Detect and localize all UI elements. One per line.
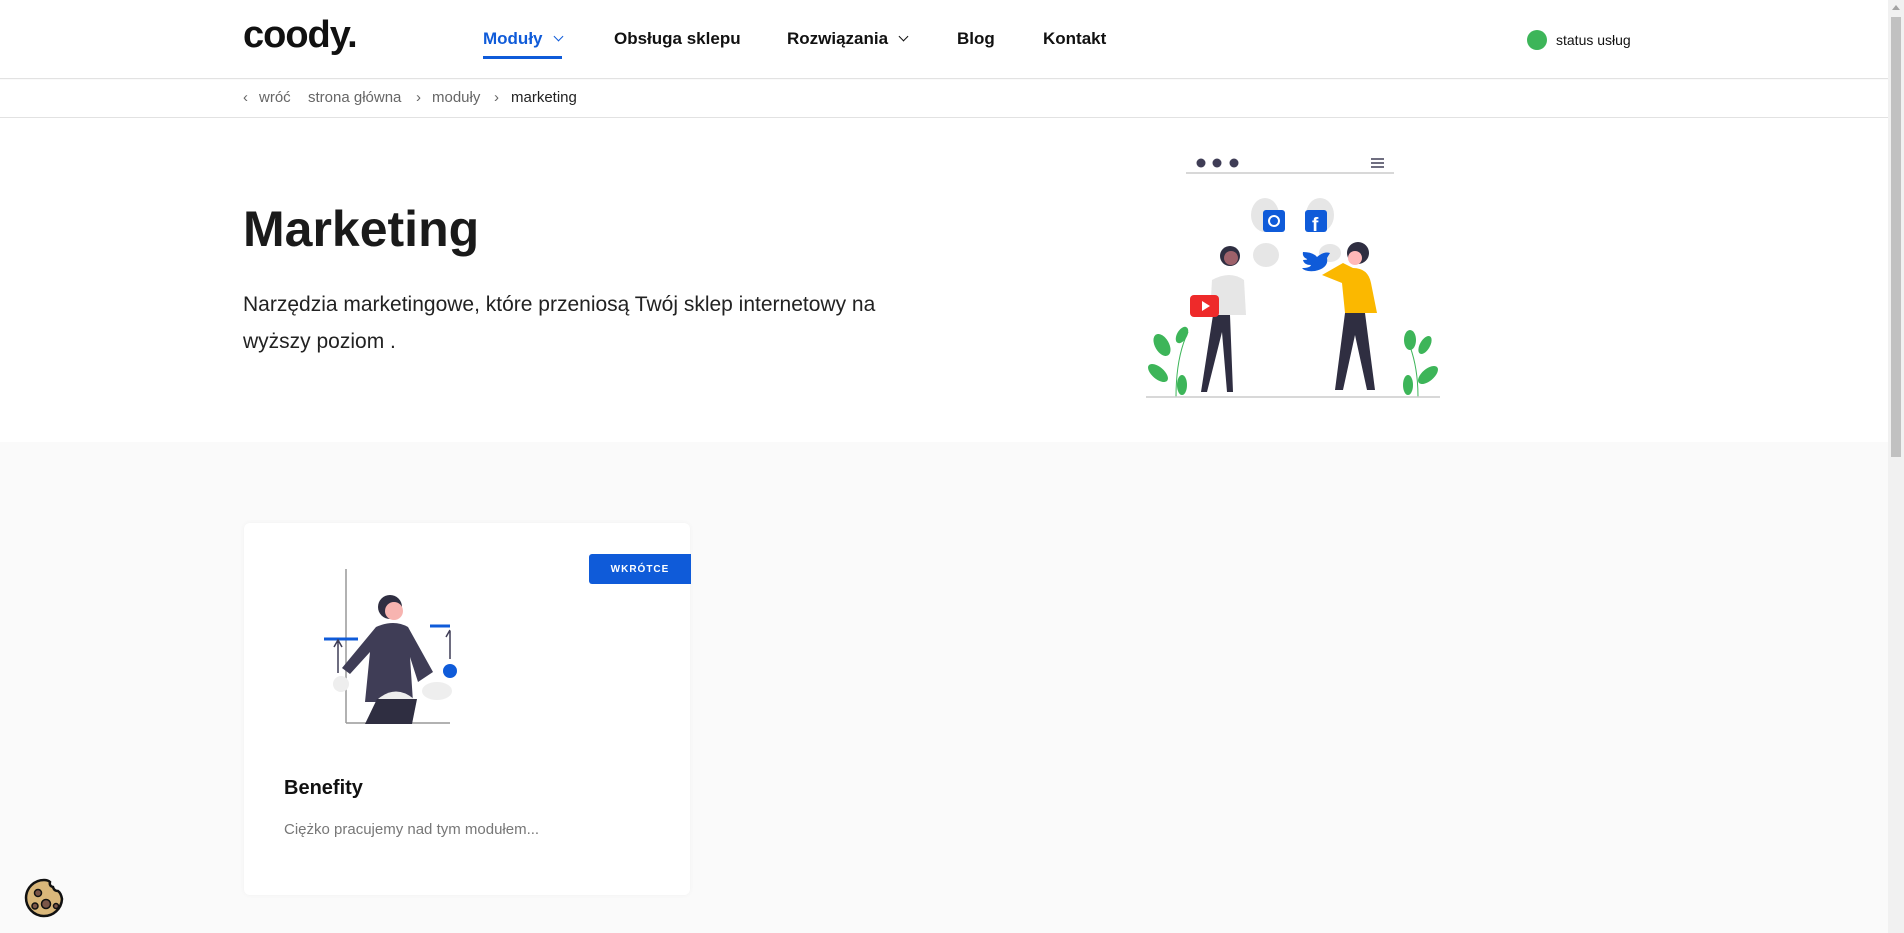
module-description: Ciężko pracujemy nad tym modułem... xyxy=(284,821,540,838)
scroll-up-icon[interactable] xyxy=(1892,5,1900,10)
hero-section: Marketing Narzędzia marketingowe, które … xyxy=(0,118,1888,442)
facebook-icon: f xyxy=(1305,210,1327,236)
back-link[interactable]: wróć xyxy=(259,89,291,106)
nav-moduly[interactable]: Moduły xyxy=(483,29,563,59)
logo[interactable]: coody. xyxy=(243,14,358,57)
instagram-icon xyxy=(1263,210,1285,232)
breadcrumb-home[interactable]: strona główna xyxy=(308,89,401,106)
nav-rozwiazania[interactable]: Rozwiązania xyxy=(787,29,909,49)
status-label: status usług xyxy=(1556,32,1631,48)
module-card-benefity[interactable]: WKRÓTCE Benefity Ciężko pracujemy nad ty… xyxy=(244,523,691,895)
status-dot-icon xyxy=(1527,30,1547,50)
chevron-left-icon: ‹ xyxy=(243,89,248,106)
svg-text:f: f xyxy=(1312,215,1319,236)
nav-obsluga-sklepu[interactable]: Obsługa sklepu xyxy=(614,29,741,49)
twitter-icon xyxy=(1302,252,1330,272)
chevron-right-icon: › xyxy=(494,89,499,106)
page-description: Narzędzia marketingowe, które przeniosą … xyxy=(243,293,876,353)
nav-kontakt[interactable]: Kontakt xyxy=(1043,29,1106,49)
breadcrumb-current: marketing xyxy=(511,89,577,106)
breadcrumb-modules[interactable]: moduły xyxy=(432,89,480,106)
breadcrumb: ‹ wróć strona główna › moduły › marketin… xyxy=(0,80,1888,118)
page-title: Marketing xyxy=(243,201,480,257)
site-header: coody. Moduły Obsługa sklepu Rozwiązania… xyxy=(0,0,1888,79)
chevron-down-icon xyxy=(553,31,563,42)
chevron-right-icon: › xyxy=(416,89,421,106)
status-link[interactable]: status usług xyxy=(1527,30,1631,50)
nav-label: Rozwiązania xyxy=(787,29,889,48)
cookie-icon[interactable] xyxy=(22,876,66,920)
marketing-illustration: f xyxy=(1146,158,1440,398)
status-badge: WKRÓTCE xyxy=(589,554,691,584)
nav-label: Moduły xyxy=(483,29,543,48)
chevron-down-icon xyxy=(898,31,909,42)
benefits-illustration xyxy=(324,569,457,724)
scrollbar[interactable] xyxy=(1888,0,1904,933)
nav-blog[interactable]: Blog xyxy=(957,29,995,49)
youtube-icon xyxy=(1190,295,1219,317)
module-title: Benefity xyxy=(284,777,363,799)
scrollbar-thumb[interactable] xyxy=(1891,17,1901,457)
